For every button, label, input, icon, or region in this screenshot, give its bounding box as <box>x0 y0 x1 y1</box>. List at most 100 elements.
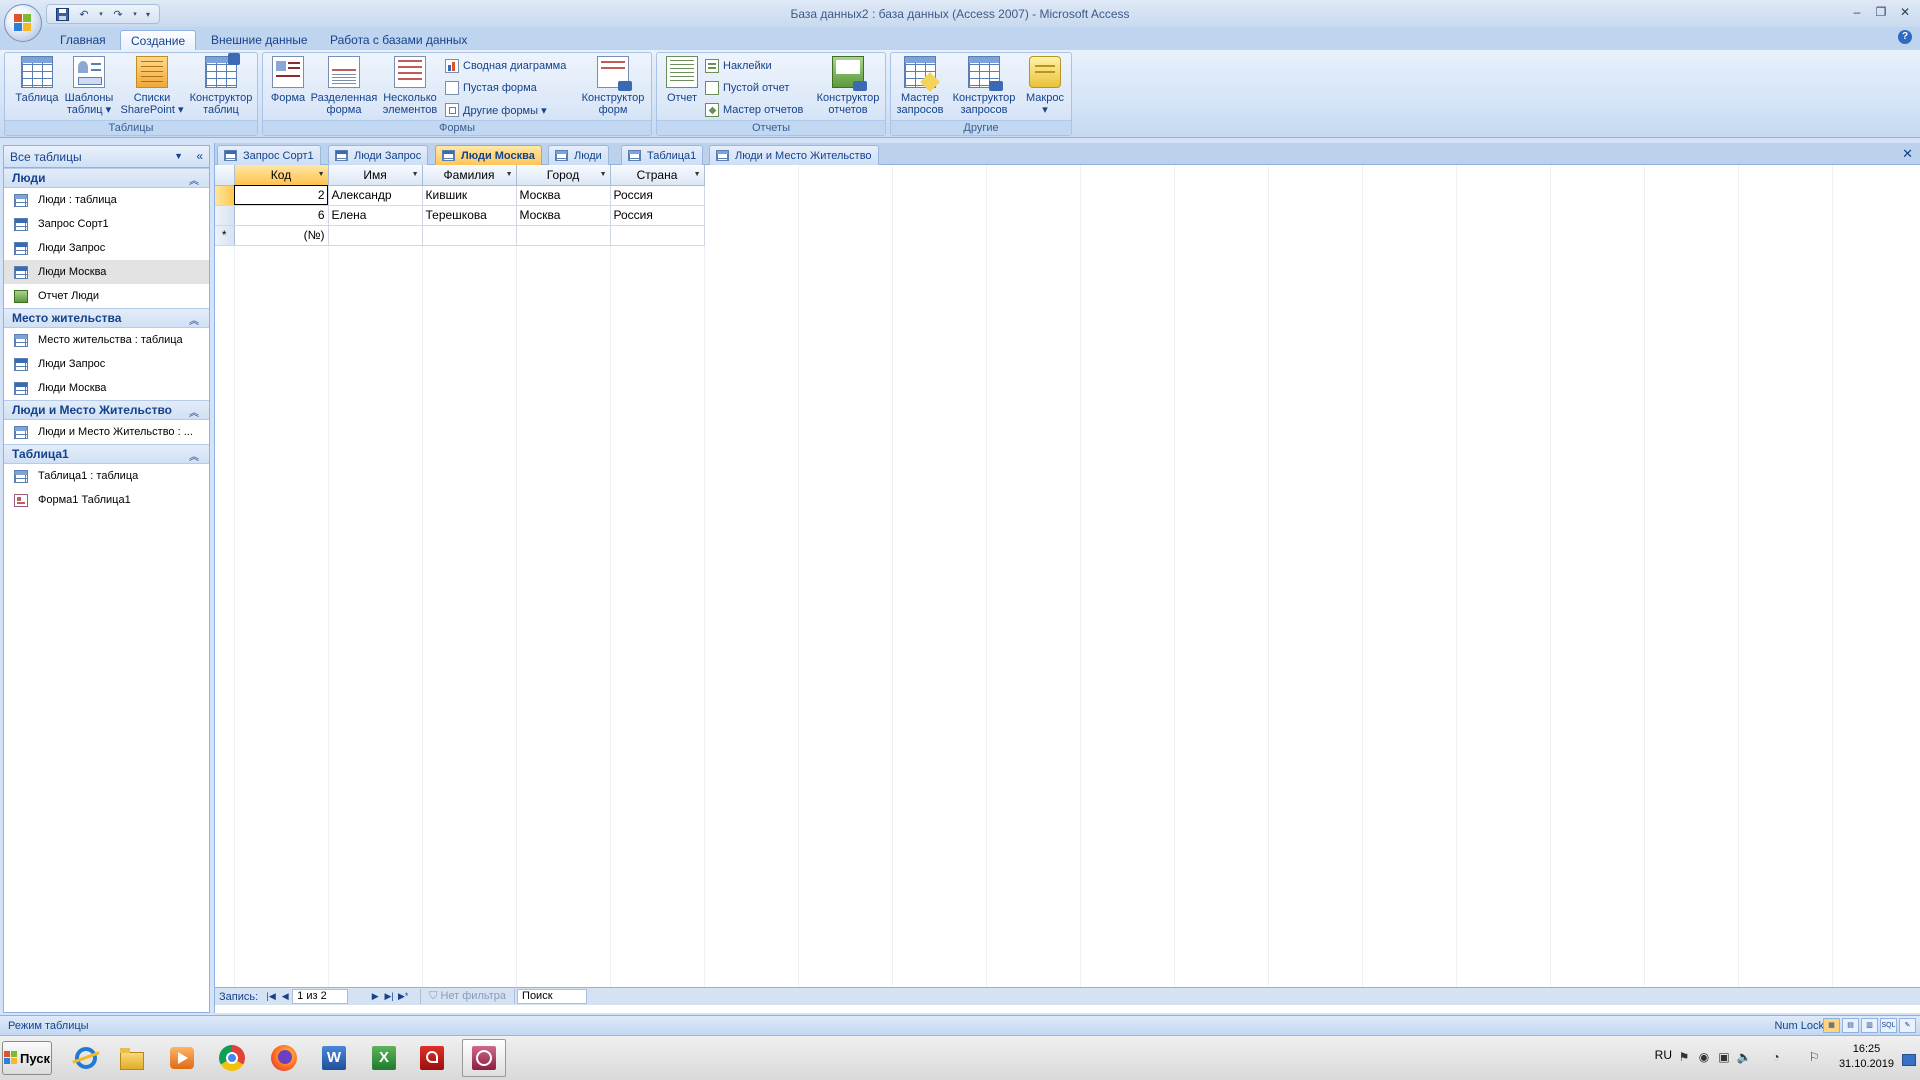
close-icon[interactable]: ✕ <box>1894 3 1916 21</box>
form-designer-button[interactable]: Конструктор форм <box>575 56 651 118</box>
nav-group-tablitsa1[interactable]: Таблица1 ︽ <box>4 444 209 464</box>
nav-item[interactable]: Отчет Люди <box>4 284 209 308</box>
column-dropdown-icon[interactable]: ▼ <box>600 171 607 178</box>
design-view-icon[interactable]: ✎ <box>1899 1018 1916 1033</box>
show-desktop-icon[interactable] <box>1902 1054 1916 1066</box>
table-cell[interactable]: 2 <box>234 185 329 206</box>
datasheet-view-icon[interactable]: ▦ <box>1823 1018 1840 1033</box>
table-cell[interactable] <box>422 225 517 246</box>
column-header-kod[interactable]: Код ▼ <box>234 165 329 186</box>
table-cell[interactable]: Москва <box>516 185 611 206</box>
sharepoint-lists-button[interactable]: Списки SharePoint ▾ <box>117 56 187 118</box>
nav-item[interactable]: Таблица1 : таблица <box>4 464 209 488</box>
table-cell[interactable]: Елена <box>328 205 423 226</box>
nav-dropdown-icon[interactable]: ▼ <box>174 151 183 161</box>
new-record-marker[interactable]: * <box>215 225 235 246</box>
row-selector[interactable] <box>215 185 235 206</box>
help-icon[interactable]: ? <box>1898 30 1912 44</box>
tab-database-tools[interactable]: Работа с базами данных <box>320 30 477 50</box>
collapse-group-icon[interactable]: ︽ <box>189 172 199 187</box>
nav-item[interactable]: Люди и Место Жительство : ... <box>4 420 209 444</box>
doc-tab-tablitsa1[interactable]: Таблица1 <box>621 145 704 165</box>
blank-report-button[interactable]: Пустой отчет <box>705 78 789 98</box>
nav-item-selected[interactable]: Люди Москва <box>4 260 209 284</box>
sql-view-icon[interactable]: SQL <box>1880 1018 1897 1033</box>
search-input[interactable]: Поиск <box>517 989 588 1004</box>
collapse-group-icon[interactable]: ︽ <box>189 312 199 327</box>
create-table-button[interactable]: Таблица <box>7 56 67 118</box>
last-record-icon[interactable]: ▶| <box>382 991 396 1002</box>
table-cell[interactable]: Россия <box>610 205 705 226</box>
query-designer-button[interactable]: Конструктор запросов <box>947 56 1021 118</box>
network-icon[interactable]: ⚑ <box>1676 1050 1692 1066</box>
taskbar-access[interactable] <box>462 1039 506 1077</box>
multiple-items-button[interactable]: Несколько элементов <box>379 56 441 118</box>
volume-icon[interactable]: 🔈 <box>1736 1050 1752 1066</box>
table-cell[interactable] <box>328 225 423 246</box>
doc-tab-lyudi[interactable]: Люди <box>548 145 609 165</box>
table-templates-button[interactable]: Шаблоны таблиц ▾ <box>59 56 119 118</box>
report-wizard-button[interactable]: Мастер отчетов <box>705 100 803 120</box>
taskbar-ie[interactable] <box>64 1039 108 1077</box>
taskbar-explorer[interactable] <box>110 1039 154 1077</box>
macro-button[interactable]: Макрос ▾ <box>1019 56 1071 118</box>
table-cell[interactable]: Кившик <box>422 185 517 206</box>
minimize-icon[interactable]: – <box>1846 3 1868 21</box>
nav-item[interactable]: Форма1 Таблица1 <box>4 488 209 512</box>
column-header-familiya[interactable]: Фамилия ▼ <box>422 165 517 186</box>
table-cell[interactable]: 6 <box>234 205 329 226</box>
nav-collapse-icon[interactable]: « <box>196 149 203 163</box>
tab-external-data[interactable]: Внешние данные <box>201 30 318 50</box>
blank-form-button[interactable]: Пустая форма <box>445 78 537 98</box>
current-record-field[interactable]: 1 из 2 <box>292 989 349 1004</box>
table-designer-button[interactable]: Конструктор таблиц <box>185 53 257 118</box>
nav-item[interactable]: Люди : таблица <box>4 188 209 212</box>
column-dropdown-icon[interactable]: ▼ <box>694 171 701 178</box>
table-cell[interactable]: Россия <box>610 185 705 206</box>
tab-create[interactable]: Создание <box>120 30 197 50</box>
doc-tab-lyudi-zapros[interactable]: Люди Запрос <box>328 145 429 165</box>
doc-tab-lyudi-i-mesto[interactable]: Люди и Место Жительство <box>709 145 879 165</box>
table-cell[interactable]: Москва <box>516 205 611 226</box>
table-cell[interactable]: Терешкова <box>422 205 517 226</box>
tray-app-icon[interactable]: ◉ <box>1696 1050 1712 1066</box>
pivot-table-view-icon[interactable]: ▤ <box>1842 1018 1859 1033</box>
nav-item[interactable]: Люди Запрос <box>4 352 209 376</box>
taskbar-firefox[interactable] <box>262 1039 306 1077</box>
doc-tab-zapros-sort1[interactable]: Запрос Сорт1 <box>217 145 321 165</box>
more-forms-button[interactable]: Другие формы ▾ <box>445 100 547 120</box>
report-designer-button[interactable]: Конструктор отчетов <box>811 56 885 118</box>
taskbar-chrome[interactable] <box>210 1039 254 1077</box>
labels-button[interactable]: Наклейки <box>705 56 772 76</box>
nav-group-lyudi-i-mesto[interactable]: Люди и Место Жительство ︽ <box>4 400 209 420</box>
collapse-group-icon[interactable]: ︽ <box>189 404 199 419</box>
column-dropdown-icon[interactable]: ▼ <box>506 171 513 178</box>
close-document-icon[interactable]: ✕ <box>1902 146 1913 162</box>
nav-group-lyudi[interactable]: Люди ︽ <box>4 168 209 188</box>
row-selector[interactable] <box>215 205 235 226</box>
action-center-flag-icon[interactable]: ⚐ <box>1806 1050 1822 1066</box>
column-header-gorod[interactable]: Город ▼ <box>516 165 611 186</box>
doc-tab-lyudi-moskva[interactable]: Люди Москва <box>435 145 542 165</box>
nav-group-mesto-zhitelstva[interactable]: Место жительства ︽ <box>4 308 209 328</box>
tray-monitor-icon[interactable]: ▣ <box>1716 1050 1732 1066</box>
pivot-chart-button[interactable]: Сводная диаграмма <box>445 56 566 76</box>
table-cell[interactable] <box>610 225 705 246</box>
nav-item[interactable]: Люди Запрос <box>4 236 209 260</box>
column-header-strana[interactable]: Страна ▼ <box>610 165 705 186</box>
column-header-imya[interactable]: Имя ▼ <box>328 165 423 186</box>
create-form-button[interactable]: Форма <box>265 56 311 118</box>
tray-clock-app-icon[interactable]: ◔ <box>1768 1050 1784 1066</box>
nav-item[interactable]: Люди Москва <box>4 376 209 400</box>
first-record-icon[interactable]: |◀ <box>264 991 278 1002</box>
tab-home[interactable]: Главная <box>50 30 116 50</box>
nav-item[interactable]: Место жительства : таблица <box>4 328 209 352</box>
pivot-chart-view-icon[interactable]: ▥ <box>1861 1018 1878 1033</box>
taskbar-word[interactable]: W <box>312 1039 356 1077</box>
column-dropdown-icon[interactable]: ▼ <box>318 171 325 178</box>
taskbar-excel[interactable]: X <box>362 1039 406 1077</box>
office-button[interactable] <box>4 4 42 42</box>
taskbar-acrobat[interactable] <box>410 1039 454 1077</box>
nav-item[interactable]: Запрос Сорт1 <box>4 212 209 236</box>
select-all-corner[interactable] <box>215 165 235 186</box>
